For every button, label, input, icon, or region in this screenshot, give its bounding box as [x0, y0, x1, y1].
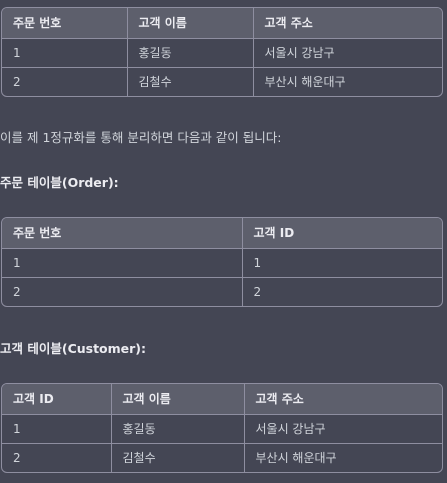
- table-row: 2 김철수 부산시 해운대구: [2, 67, 442, 96]
- customer-table-heading: 고객 테이블(Customer):: [0, 341, 147, 356]
- table-cell: 2: [2, 443, 112, 472]
- column-header: 주문 번호: [2, 218, 243, 249]
- table-row: 2 2: [2, 277, 442, 306]
- customer-table: 고객 ID 고객 이름 고객 주소 1 홍길동 서울시 강남구 2 김철수 부산…: [1, 383, 443, 473]
- table-cell: 부산시 해운대구: [264, 75, 346, 90]
- table-cell: 2: [253, 284, 262, 299]
- table-cell: 1: [2, 414, 112, 444]
- table-header-row: 주문 번호 고객 ID: [2, 218, 442, 249]
- table-row: 1 홍길동 서울시 강남구: [2, 38, 442, 68]
- column-header: 고객 이름: [111, 384, 245, 415]
- column-header: 고객 주소: [244, 384, 442, 415]
- table-row: 1 홍길동 서울시 강남구: [2, 414, 442, 444]
- table-cell: 홍길동: [127, 38, 254, 68]
- table-cell: 서울시 강남구: [244, 414, 442, 444]
- table-row: 1 1: [2, 248, 442, 278]
- table-cell: 부산시 해운대구: [255, 451, 337, 466]
- column-header: 고객 주소: [253, 8, 442, 39]
- table-row: 2 김철수 부산시 해운대구: [2, 443, 442, 472]
- order-table: 주문 번호 고객 ID 1 1 2 2: [1, 217, 443, 307]
- table-cell: 1: [242, 248, 442, 278]
- table-cell: 홍길동: [111, 414, 245, 444]
- column-header: 고객 이름: [127, 8, 254, 39]
- column-header: 고객 ID: [2, 384, 112, 415]
- order-table-heading: 주문 테이블(Order):: [0, 175, 119, 190]
- table-cell: 1: [2, 38, 128, 68]
- column-header: 주문 번호: [2, 8, 128, 39]
- column-header: 고객 ID: [242, 218, 442, 249]
- table-cell: 2: [2, 277, 243, 306]
- table-cell: 2: [2, 67, 128, 96]
- table-header-row: 주문 번호 고객 이름 고객 주소: [2, 8, 442, 39]
- table-header-row: 고객 ID 고객 이름 고객 주소: [2, 384, 442, 415]
- explanation-text: 이를 제 1정규화를 통해 분리하면 다음과 같이 됩니다:: [0, 130, 282, 145]
- table-cell: 김철수: [111, 443, 245, 472]
- original-table: 주문 번호 고객 이름 고객 주소 1 홍길동 서울시 강남구 2 김철수 부산…: [1, 7, 443, 97]
- table-cell: 서울시 강남구: [253, 38, 442, 68]
- table-cell: 1: [2, 248, 243, 278]
- table-cell: 김철수: [127, 67, 254, 96]
